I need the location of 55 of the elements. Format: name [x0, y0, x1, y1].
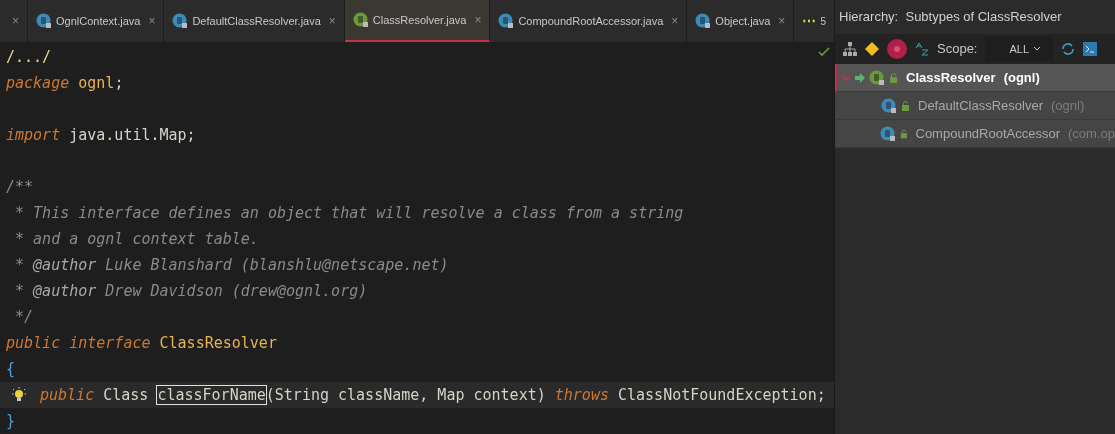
tree-item[interactable]: ClassResolver (ognl)	[835, 64, 1115, 92]
diamond-icon[interactable]	[865, 42, 879, 56]
class-icon	[498, 13, 515, 29]
refresh-icon[interactable]	[1061, 42, 1076, 56]
code-line: /.../	[6, 46, 52, 68]
class-name: ClassResolver	[906, 68, 996, 87]
class-name: DefaultClassResolver	[918, 96, 1043, 115]
class-icon	[36, 13, 52, 29]
package-name: (com.op	[1068, 124, 1115, 143]
code-line: public Class classForName(String className, Map context) throws ClassNotFoundException;	[40, 384, 826, 406]
arrow-icon	[855, 72, 865, 83]
code-line: * @author Drew Davidson (drew@ognl.org)	[14, 280, 368, 302]
interface-icon	[352, 12, 369, 28]
lightbulb-icon[interactable]	[12, 387, 26, 403]
hierarchy-icon[interactable]	[843, 42, 857, 56]
lock-icon	[901, 100, 910, 111]
class-icon	[695, 13, 712, 29]
more-tabs-icon[interactable]: ⋯	[802, 10, 817, 32]
scope-dropdown[interactable]: ALL	[985, 37, 1054, 61]
code-line: package ognl;	[6, 72, 124, 94]
tree-item[interactable]: DefaultClassResolver (ognl)	[835, 92, 1115, 120]
close-icon[interactable]: ×	[474, 11, 482, 29]
record-icon[interactable]	[887, 39, 907, 59]
package-name: (ognl)	[1051, 96, 1085, 115]
close-icon[interactable]: ×	[328, 12, 336, 30]
close-icon[interactable]: ×	[148, 12, 156, 30]
lock-icon	[889, 72, 898, 83]
code-line: * @author Luke Blanshard (blanshlu@netscape.net)	[14, 254, 449, 276]
panel-title: Hierarchy: Subtypes of ClassResolver	[839, 8, 1062, 27]
lock-icon	[899, 128, 908, 139]
interface-icon	[869, 69, 885, 86]
code-line: }	[6, 410, 16, 432]
terminal-icon[interactable]	[1083, 42, 1098, 56]
editor-tab[interactable]: ClassResolver.java ×	[344, 0, 491, 42]
tab-count: 5	[820, 14, 826, 29]
close-icon[interactable]: ×	[12, 12, 19, 30]
code-line: * and a ognl context table.	[14, 228, 259, 250]
close-icon[interactable]: ×	[778, 12, 786, 30]
sort-icon[interactable]	[915, 42, 929, 56]
close-icon[interactable]: ×	[671, 12, 679, 30]
code-line: public interface ClassResolver	[6, 332, 277, 354]
class-name: CompoundRootAccessor	[915, 124, 1061, 143]
code-line: */	[14, 306, 34, 328]
code-line: {	[6, 358, 16, 380]
class-icon	[172, 13, 189, 29]
scope-label: Scope:	[937, 40, 978, 59]
tree-item[interactable]: CompoundRootAccessor (com.op	[835, 120, 1115, 148]
code-line: * This interface defines an object that will resolve a class from a string	[14, 202, 684, 224]
caret-icon	[1033, 46, 1042, 52]
code-line: /**	[6, 176, 34, 198]
class-icon	[881, 97, 897, 114]
check-icon	[818, 46, 830, 58]
code-line: import java.util.Map;	[6, 124, 196, 146]
package-name: (ognl)	[1003, 68, 1040, 87]
class-icon	[879, 125, 896, 142]
